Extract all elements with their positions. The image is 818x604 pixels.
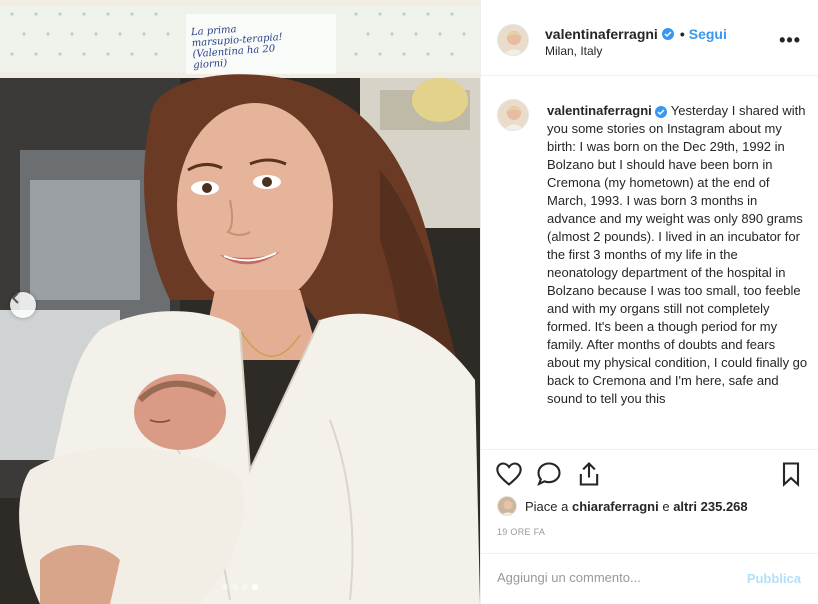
likes-prefix: Piace a <box>525 498 569 514</box>
follow-button[interactable]: Segui <box>689 26 727 42</box>
chevron-left-icon <box>11 292 19 304</box>
action-bar <box>481 449 818 495</box>
post-location[interactable]: Milan, Italy <box>545 44 602 58</box>
author-row: valentinaferragni • Segui <box>545 26 727 42</box>
instagram-post-modal: La prima marsupio-terapia! (Valentina ha… <box>0 0 818 604</box>
share-button[interactable] <box>575 460 603 488</box>
author-username[interactable]: valentinaferragni <box>545 26 658 42</box>
likes-user-link[interactable]: chiaraferragni <box>572 499 659 514</box>
post-caption: valentinaferragni Yesterday I shared wit… <box>547 102 809 408</box>
comment-bar: Pubblica <box>481 553 818 604</box>
comment-button[interactable] <box>535 460 563 488</box>
caption-username[interactable]: valentinaferragni <box>547 103 652 118</box>
carousel-dot <box>242 584 248 590</box>
heart-icon <box>496 462 522 486</box>
caption-area[interactable]: valentinaferragni Yesterday I shared wit… <box>481 77 818 449</box>
avatar[interactable] <box>497 99 529 131</box>
caption-text: Yesterday I shared with you some stories… <box>547 103 808 406</box>
carousel-dot <box>232 584 238 590</box>
verified-badge-icon <box>661 28 674 40</box>
carousel-dot <box>222 584 228 590</box>
share-icon <box>579 462 599 486</box>
post-photo[interactable]: La prima marsupio-terapia! (Valentina ha… <box>0 0 480 604</box>
photo-illustration <box>0 0 480 604</box>
likes-suffix: e <box>662 498 670 514</box>
liker-avatar[interactable] <box>497 496 517 516</box>
like-button[interactable] <box>495 460 523 488</box>
avatar[interactable] <box>497 24 529 56</box>
save-button[interactable] <box>777 460 805 488</box>
likes-summary: Piace a chiaraferragni e altri 235.268 <box>497 496 748 516</box>
avatar-image <box>498 100 528 130</box>
liker-avatar-image <box>498 497 516 515</box>
comment-bubble-icon <box>537 462 561 486</box>
separator-dot: • <box>679 26 685 42</box>
carousel-prev-button[interactable] <box>10 292 36 318</box>
post-timestamp[interactable]: 19 ORE FA <box>497 527 545 537</box>
publish-button[interactable]: Pubblica <box>747 571 801 586</box>
likes-others-link[interactable]: altri 235.268 <box>673 499 747 514</box>
avatar-image <box>498 25 528 55</box>
post-header: valentinaferragni • Segui Milan, Italy •… <box>481 0 818 76</box>
post-side-panel: valentinaferragni • Segui Milan, Italy •… <box>480 0 818 604</box>
bookmark-icon <box>782 462 800 487</box>
more-options-icon[interactable]: ••• <box>779 30 801 51</box>
carousel-dot-active <box>252 584 258 590</box>
carousel-indicator <box>222 584 258 590</box>
comment-input[interactable] <box>497 570 727 585</box>
verified-badge-icon <box>655 106 668 118</box>
